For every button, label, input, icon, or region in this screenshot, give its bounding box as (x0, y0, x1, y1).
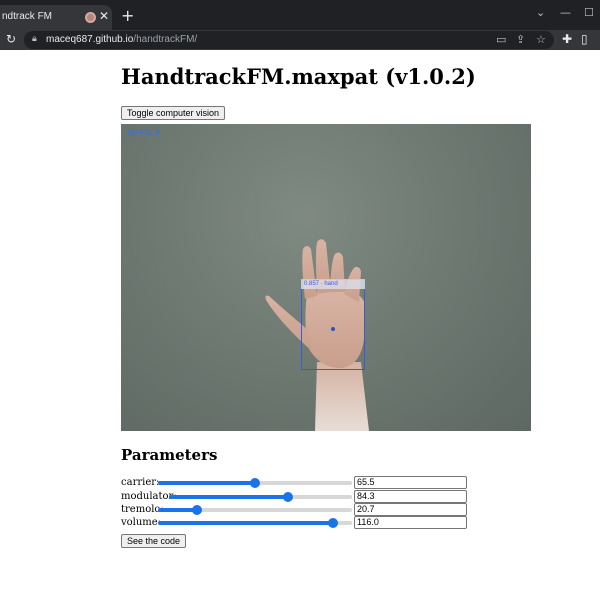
param-label: carrier: (121, 477, 160, 488)
carrier-value-field[interactable]: 65.5 (354, 476, 467, 489)
volume-value-field[interactable]: 116.0 (354, 516, 467, 529)
tremolo-slider[interactable] (158, 505, 352, 515)
slider-thumb[interactable] (327, 518, 338, 528)
parameters-heading: Parameters (121, 446, 218, 464)
minimize-icon[interactable]: — (560, 6, 571, 19)
cast-icon[interactable]: ▭ (496, 33, 506, 46)
page-title: HandtrackFM.maxpat (v1.0.2) (121, 64, 476, 89)
slider-thumb[interactable] (282, 492, 293, 502)
browser-tab[interactable]: ndtrack FM ✕ (0, 5, 112, 30)
fps-counter: @FPS: 8 (127, 128, 160, 137)
slider-fill (158, 521, 333, 525)
maximize-icon[interactable]: ☐ (584, 6, 594, 19)
modulator-slider[interactable] (169, 492, 352, 502)
webcam-video: @FPS: 8 0.857 · hand (121, 124, 531, 431)
slider-fill (158, 508, 197, 512)
modulator-value-field[interactable]: 84.3 (354, 490, 467, 503)
sidepanel-icon[interactable]: ▯ (581, 32, 588, 46)
share-icon[interactable]: ⇪ (516, 33, 525, 46)
close-tab-icon[interactable]: ✕ (99, 9, 109, 23)
url-path: /handtrackFM/ (133, 34, 198, 45)
slider-thumb[interactable] (250, 478, 260, 488)
hand-image (265, 239, 369, 431)
reload-icon[interactable]: ↻ (6, 32, 16, 46)
slider-fill (169, 495, 288, 499)
param-label: volume: (121, 517, 162, 528)
slider-thumb[interactable] (191, 505, 202, 515)
extensions-icon[interactable]: ✚ (562, 32, 572, 46)
bookmark-icon[interactable]: ☆ (536, 33, 546, 46)
address-bar: ↻ 🔒︎ maceq687.github.io/handtrackFM/ ▭ ⇪… (0, 30, 600, 50)
hand-bounding-box (301, 279, 365, 370)
toggle-computer-vision-button[interactable]: Toggle computer vision (121, 106, 226, 120)
url-text[interactable]: maceq687.github.io/handtrackFM/ (46, 34, 197, 45)
slider-fill (158, 481, 255, 485)
hand-center-point (331, 327, 335, 331)
browser-tab-bar: ndtrack FM ✕ + ⌄ — ☐ (0, 0, 600, 30)
url-host: maceq687.github.io (46, 34, 134, 45)
tab-search-icon[interactable]: ⌄ (536, 6, 545, 19)
tremolo-value-field[interactable]: 20.7 (354, 503, 467, 516)
carrier-slider[interactable] (158, 478, 352, 488)
lock-icon[interactable]: 🔒︎ (32, 34, 37, 44)
new-tab-icon[interactable]: + (121, 6, 134, 25)
see-the-code-button[interactable]: See the code (121, 534, 187, 548)
tab-title: ndtrack FM (2, 11, 53, 22)
omnibox[interactable]: 🔒︎ maceq687.github.io/handtrackFM/ ▭ ⇪ ☆ (24, 31, 554, 49)
detection-label: 0.857 · hand (301, 279, 365, 289)
audio-playing-icon[interactable] (85, 12, 96, 23)
volume-slider[interactable] (158, 518, 352, 528)
